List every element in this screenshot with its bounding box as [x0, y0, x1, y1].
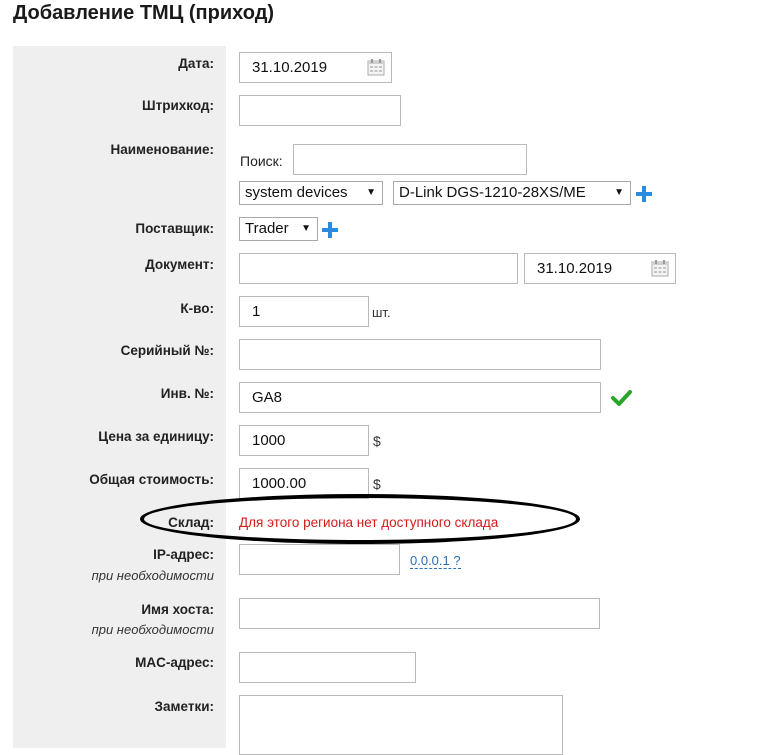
supplier-label: Поставщик: [135, 221, 214, 236]
notes-label: Заметки: [154, 699, 214, 714]
add-supplier-plus-icon[interactable] [321, 221, 339, 239]
dropdown-arrow-icon: ▼ [614, 187, 624, 198]
model-value: D-Link DGS-1210-28XS/ME [399, 184, 586, 201]
category-select[interactable]: system devices ▼ [239, 181, 383, 205]
barcode-input[interactable] [239, 95, 401, 126]
check-icon [611, 390, 632, 406]
search-label: Поиск: [240, 153, 283, 169]
ip-label: IP-адрес: [153, 547, 214, 562]
calendar-icon[interactable] [367, 58, 385, 76]
document-number-input[interactable] [239, 253, 518, 284]
total-label: Общая стоимость: [89, 472, 214, 487]
date-input[interactable]: 31.10.2019 [239, 52, 392, 83]
quantity-unit: шт. [372, 305, 391, 320]
dropdown-arrow-icon: ▼ [301, 223, 311, 234]
quantity-input[interactable]: 1 [239, 296, 369, 327]
search-input[interactable] [293, 144, 527, 175]
serial-label: Серийный №: [120, 343, 214, 358]
supplier-value: Trader [245, 220, 289, 237]
add-model-plus-icon[interactable] [635, 185, 653, 203]
hostname-input[interactable] [239, 598, 600, 629]
inventory-input[interactable]: GA8 [239, 382, 601, 413]
hostname-label: Имя хоста: [141, 602, 214, 617]
unit-price-input[interactable]: 1000 [239, 425, 369, 456]
ip-example-link[interactable]: 0.0.0.1 ? [410, 553, 461, 569]
document-label: Документ: [145, 257, 214, 272]
document-date-input[interactable]: 31.10.2019 [524, 253, 676, 284]
supplier-select[interactable]: Trader ▼ [239, 217, 318, 241]
document-date-value: 31.10.2019 [537, 260, 613, 277]
unit-price-currency: $ [373, 433, 381, 449]
ip-input[interactable] [239, 544, 400, 575]
quantity-label: К-во: [180, 301, 214, 316]
unit-price-label: Цена за единицу: [98, 429, 214, 444]
hostname-hint: при необходимости [91, 622, 214, 637]
model-select[interactable]: D-Link DGS-1210-28XS/ME ▼ [393, 181, 631, 205]
total-currency: $ [373, 476, 381, 492]
dropdown-arrow-icon: ▼ [366, 187, 376, 198]
date-value: 31.10.2019 [252, 59, 328, 76]
notes-textarea[interactable] [239, 695, 563, 755]
mac-label: MAC-адрес: [135, 655, 214, 670]
name-label: Наименование: [110, 142, 214, 157]
page-title: Добавление ТМЦ (приход) [13, 2, 275, 24]
calendar-icon[interactable] [651, 259, 669, 277]
category-value: system devices [245, 184, 348, 201]
ip-hint: при необходимости [91, 568, 214, 583]
inventory-label: Инв. №: [160, 386, 214, 401]
barcode-label: Штрихкод: [142, 98, 214, 113]
serial-input[interactable] [239, 339, 601, 370]
highlight-ellipse [140, 494, 580, 544]
mac-input[interactable] [239, 652, 416, 683]
date-label: Дата: [178, 56, 214, 71]
